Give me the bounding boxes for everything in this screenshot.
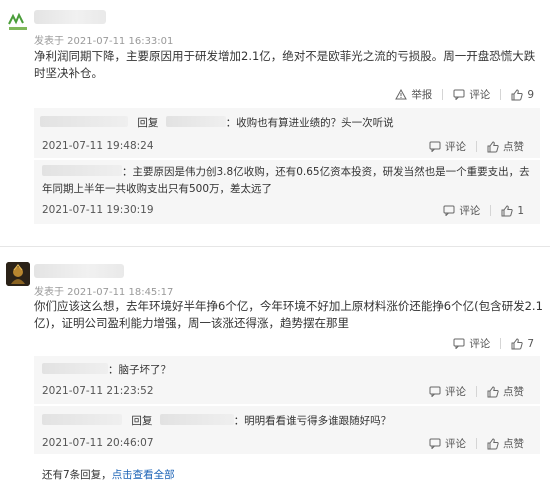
reply-author-blurred[interactable] (40, 116, 128, 127)
comment-icon (429, 141, 441, 152)
reply-actions: 评论 点赞 (429, 436, 524, 451)
reply-label: 回复 (131, 415, 153, 427)
reply-item: ：脑子坏了？ 2021-07-11 21:23:52 评论 点赞 (34, 356, 540, 404)
post-divider (0, 246, 550, 247)
like-button[interactable]: 点赞 (487, 436, 524, 451)
post-content: 净利润同期下降，主要原因用于研发增加2.1亿，绝对不是欧菲光之流的亏损股。周一开… (34, 49, 536, 80)
reply-target-blurred[interactable] (159, 414, 234, 425)
thumbs-up-icon (511, 88, 523, 100)
comment-icon (453, 338, 465, 349)
reply-target-blurred[interactable] (165, 116, 226, 127)
reply-actions: 评论 点赞 (429, 384, 524, 399)
reply-date: 2021-07-11 20:46:07 (42, 437, 154, 449)
reply-author-blurred[interactable] (42, 414, 122, 425)
report-label: 举报 (411, 89, 433, 101)
like-label: 点赞 (503, 386, 524, 398)
more-replies-prefix: 还有7条回复， (42, 469, 112, 481)
comment-label: 评论 (459, 205, 481, 217)
username-blurred[interactable] (34, 10, 106, 24)
report-icon (395, 89, 408, 100)
comment-label: 评论 (469, 338, 491, 350)
comment-icon (429, 386, 441, 397)
report-button[interactable]: 举报 (395, 87, 432, 102)
reply-date: 2021-07-11 21:23:52 (42, 385, 154, 397)
post-timestamp: 发表于 2021-07-11 16:33:01 (34, 36, 174, 47)
view-all-replies-link[interactable]: 点击查看全部 (112, 469, 175, 481)
reply-actions: 评论 点赞 (429, 139, 524, 154)
thumbs-up-icon (501, 204, 513, 216)
divider (500, 89, 502, 100)
reply-text: 回复 ：收购也有算进业绩的？头一次听说 (40, 115, 394, 132)
divider (476, 141, 477, 152)
reply-text: ：脑子坏了？ (42, 362, 171, 379)
thumbs-up-icon (487, 437, 499, 449)
divider (476, 386, 477, 397)
reply-item: ：主要原因是伟力创3.8亿收购，还有0.65亿资本投资，研发当然也是一个重要支出… (34, 160, 540, 224)
comment-label: 评论 (469, 89, 491, 101)
reply-date: 2021-07-11 19:30:19 (42, 204, 154, 216)
divider (442, 89, 444, 100)
comment-button[interactable]: 评论 (429, 436, 466, 451)
reply-author-blurred[interactable] (42, 165, 122, 176)
reply-author-blurred[interactable] (42, 363, 108, 374)
like-button[interactable]: 点赞 (487, 139, 524, 154)
like-count: 7 (527, 337, 534, 350)
like-label: 点赞 (503, 438, 524, 450)
reply-body: ：脑子坏了？ (108, 364, 171, 376)
comment-icon (429, 438, 441, 449)
like-button[interactable]: 9 (511, 89, 534, 101)
comment-post: 发表于 2021-07-11 16:33:01 净利润同期下降，主要原因用于研发… (0, 0, 550, 240)
divider (476, 438, 477, 449)
comment-label: 评论 (445, 386, 466, 398)
reply-item: 回复 ：明明看看谁亏得多谁跟随好吗？ 2021-07-11 20:46:07 评… (34, 406, 540, 454)
post-content: 你们应该这么想，去年环境好半年挣6个亿，今年环境不好加上原材料涨价还能挣6个亿(… (34, 299, 543, 330)
thumbs-up-icon (487, 385, 499, 397)
reply-body: ：收购也有算进业绩的？头一次听说 (225, 117, 394, 129)
avatar-logo-icon[interactable] (6, 10, 30, 34)
comment-button[interactable]: 评论 (429, 384, 466, 399)
avatar-game-icon[interactable] (6, 262, 30, 286)
comment-button[interactable]: 评论 (443, 203, 480, 218)
more-replies: 还有7条回复，点击查看全部 (42, 467, 175, 482)
like-count: 1 (517, 204, 524, 217)
like-button[interactable]: 7 (511, 338, 534, 350)
thumbs-up-icon (511, 337, 523, 349)
comment-icon (443, 205, 455, 216)
reply-body: ：明明看看谁亏得多谁跟随好吗？ (233, 415, 392, 427)
username-blurred[interactable] (34, 264, 124, 278)
post-timestamp: 发表于 2021-07-11 18:45:17 (34, 287, 174, 298)
post-actions: 评论 7 (453, 336, 534, 351)
comment-button[interactable]: 评论 (453, 336, 490, 351)
comment-label: 评论 (445, 438, 466, 450)
like-count: 9 (527, 88, 534, 101)
like-label: 点赞 (503, 141, 524, 153)
reply-label: 回复 (137, 117, 159, 129)
reply-text: ：主要原因是伟力创3.8亿收购，还有0.65亿资本投资，研发当然也是一个重要支出… (42, 164, 536, 198)
like-button[interactable]: 1 (501, 205, 524, 217)
reply-actions: 评论 1 (443, 203, 524, 218)
comment-button[interactable]: 评论 (429, 139, 466, 154)
comment-post: 发表于 2021-07-11 18:45:17 你们应该这么想，去年环境好半年挣… (0, 256, 550, 491)
post-actions: 举报 评论 9 (395, 87, 534, 102)
comment-label: 评论 (445, 141, 466, 153)
reply-text: 回复 ：明明看看谁亏得多谁跟随好吗？ (42, 413, 391, 430)
reply-date: 2021-07-11 19:48:24 (42, 140, 154, 152)
like-button[interactable]: 点赞 (487, 384, 524, 399)
divider (500, 338, 502, 349)
reply-item: 回复 ：收购也有算进业绩的？头一次听说 2021-07-11 19:48:24 … (34, 108, 540, 158)
comment-button[interactable]: 评论 (453, 87, 490, 102)
divider (490, 205, 492, 216)
comment-icon (453, 89, 465, 100)
thumbs-up-icon (487, 140, 499, 152)
